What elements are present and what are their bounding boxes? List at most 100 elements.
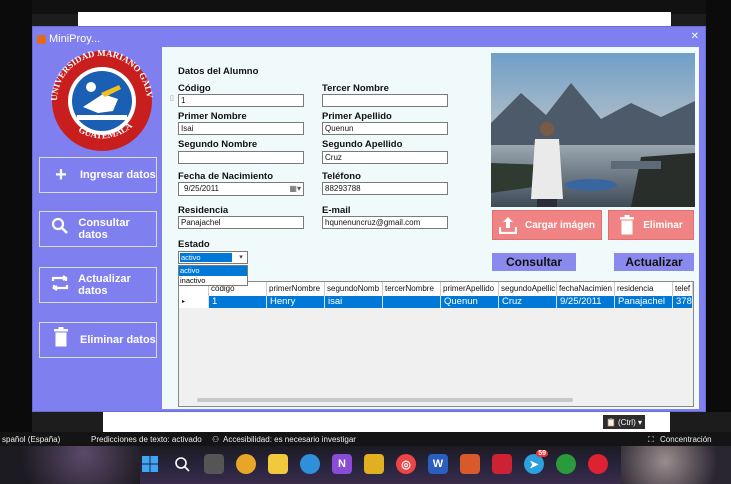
ingresar-datos-label: Ingresar datos [80,169,156,181]
table-cell[interactable] [383,296,441,308]
primer-nombre-field[interactable]: Isai [178,122,304,135]
column-header[interactable]: primerNombre [267,282,325,296]
email-field[interactable]: hqunenuncruz@gmail.com [322,216,448,229]
clipboard-icon: 📋 [606,417,616,427]
photos-icon[interactable] [364,454,384,474]
chrome-icon[interactable]: ◎ [396,454,416,474]
consultar-datos-label: Consultar datos [78,217,130,241]
column-header[interactable]: tercerNombre [383,282,441,296]
segundo-apellido-field[interactable]: Cruz [322,151,448,164]
notification-badge: 59 [536,450,548,457]
actualizar-datos-button[interactable]: Actualizar datos [39,267,157,303]
estado-option-activo[interactable]: activo [179,266,247,276]
students-grid[interactable]: codigo primerNombre segundoNomb tercerNo… [178,281,694,407]
table-cell[interactable]: Panajachel [615,296,673,308]
column-header[interactable]: primerApellido [441,282,499,296]
table-row[interactable]: ▸ 1 Henry isai Quenun Cruz 9/25/2011 Pan… [179,296,693,308]
main-window: MiniProy... ✕ UNIVERSIDAD MARIANO GALVEZ… [32,26,706,412]
email-label: E-mail [322,205,351,216]
eliminar-imagen-label: Eliminar [643,219,683,231]
fecha-nacimiento-label: Fecha de Nacimiento [178,171,274,182]
xbox-icon[interactable] [556,454,576,474]
language-status[interactable]: spañol (España) [2,435,60,444]
status-bar: spañol (España) Predicciones de texto: a… [0,432,731,446]
trash-icon [50,327,72,353]
background-left [0,0,32,440]
search-icon [50,217,70,241]
title-bar[interactable]: MiniProy... [33,27,705,47]
edge-icon[interactable] [300,454,320,474]
tercer-nombre-field[interactable] [322,94,448,107]
table-cell[interactable]: 3782 [673,296,693,308]
calendar-icon[interactable]: ▦▾ [289,184,301,193]
window-title: MiniProy... [49,33,101,45]
column-header[interactable]: segundoApellic [499,282,557,296]
grid-header: codigo primerNombre segundoNomb tercerNo… [179,282,693,296]
fecha-nacimiento-picker[interactable]: 9/25/2011 ▦▾ [178,182,304,196]
column-header[interactable]: segundoNomb [325,282,383,296]
background-right [706,0,731,440]
row-selector-icon[interactable]: ▸ [179,296,209,308]
estado-label: Estado [178,239,210,250]
residencia-field[interactable]: Panajachel [178,216,304,229]
eliminar-datos-button[interactable]: Eliminar datos [39,322,157,358]
table-cell[interactable]: 1 [209,296,267,308]
actualizar-datos-label: Actualizar datos [78,273,131,297]
accessibility-status[interactable]: Accesibilidad: es necesario investigar [223,435,356,444]
word-icon[interactable]: W [428,454,448,474]
codigo-label: Código [178,83,211,94]
primer-apellido-field[interactable]: Quenun [322,122,448,135]
consultar-button[interactable]: Consultar [492,253,576,271]
fecha-nacimiento-value: 9/25/2011 [184,184,219,193]
paste-options-button[interactable]: 📋 (Ctrl) ▾ [603,415,645,429]
actualizar-button[interactable]: Actualizar [614,253,694,271]
telefono-field[interactable]: 88293788 [322,182,448,195]
telefono-label: Teléfono [322,171,361,182]
paint-icon[interactable] [236,454,256,474]
section-title: Datos del Alumno [178,66,259,77]
estado-option-inactivo[interactable]: inactivo [179,276,247,286]
document-area [103,412,670,432]
codigo-field[interactable]: 1 [178,94,304,107]
estado-select[interactable]: activo ▾ [178,251,248,264]
focus-status[interactable]: Concentración [660,435,712,444]
cargar-imagen-label: Cargar imágen [524,219,596,231]
close-icon[interactable]: ✕ [691,31,699,42]
telegram-icon[interactable]: ➤ 59 [524,450,548,474]
column-header[interactable]: telef [673,282,693,296]
camera-icon[interactable] [492,454,512,474]
table-cell[interactable]: Henry [267,296,325,308]
accessibility-icon: ⚇ [212,435,220,444]
tercer-nombre-label: Tercer Nombre [322,83,389,94]
ingresar-datos-button[interactable]: + Ingresar datos [39,157,157,193]
paste-options-label: (Ctrl) ▾ [617,417,642,427]
estado-selected-value: activo [180,253,232,262]
table-cell[interactable]: 9/25/2011 [557,296,615,308]
chevron-down-icon[interactable]: ▾ [236,253,246,262]
visual-studio-icon[interactable]: N [332,454,352,474]
grid-empty-area [179,308,693,406]
file-explorer-icon[interactable] [268,454,288,474]
wallpaper-right [621,446,731,484]
table-cell[interactable]: Quenun [441,296,499,308]
column-header[interactable]: fechaNacimien [557,282,615,296]
cargar-imagen-button[interactable]: Cargar imágen [492,210,602,240]
windows-start-icon[interactable] [140,454,160,474]
task-view-icon[interactable] [204,454,224,474]
segundo-nombre-field[interactable] [178,151,304,164]
security-icon[interactable] [588,454,608,474]
estado-dropdown[interactable]: activo inactivo [178,265,248,286]
trash-icon [620,215,635,235]
app-icon[interactable] [460,454,480,474]
consultar-datos-button[interactable]: Consultar datos [39,211,157,247]
table-cell[interactable]: Cruz [499,296,557,308]
search-icon[interactable] [172,454,192,474]
eliminar-imagen-button[interactable]: Eliminar [608,210,694,240]
horizontal-scrollbar[interactable] [197,398,573,402]
refresh-icon [50,274,70,297]
text-prediction-status[interactable]: Predicciones de texto: activado [91,435,202,444]
taskbar: N ◎ W ➤ 59 [0,446,731,484]
eliminar-datos-label: Eliminar datos [80,334,156,346]
column-header[interactable]: residencia [615,282,673,296]
table-cell[interactable]: isai [325,296,383,308]
